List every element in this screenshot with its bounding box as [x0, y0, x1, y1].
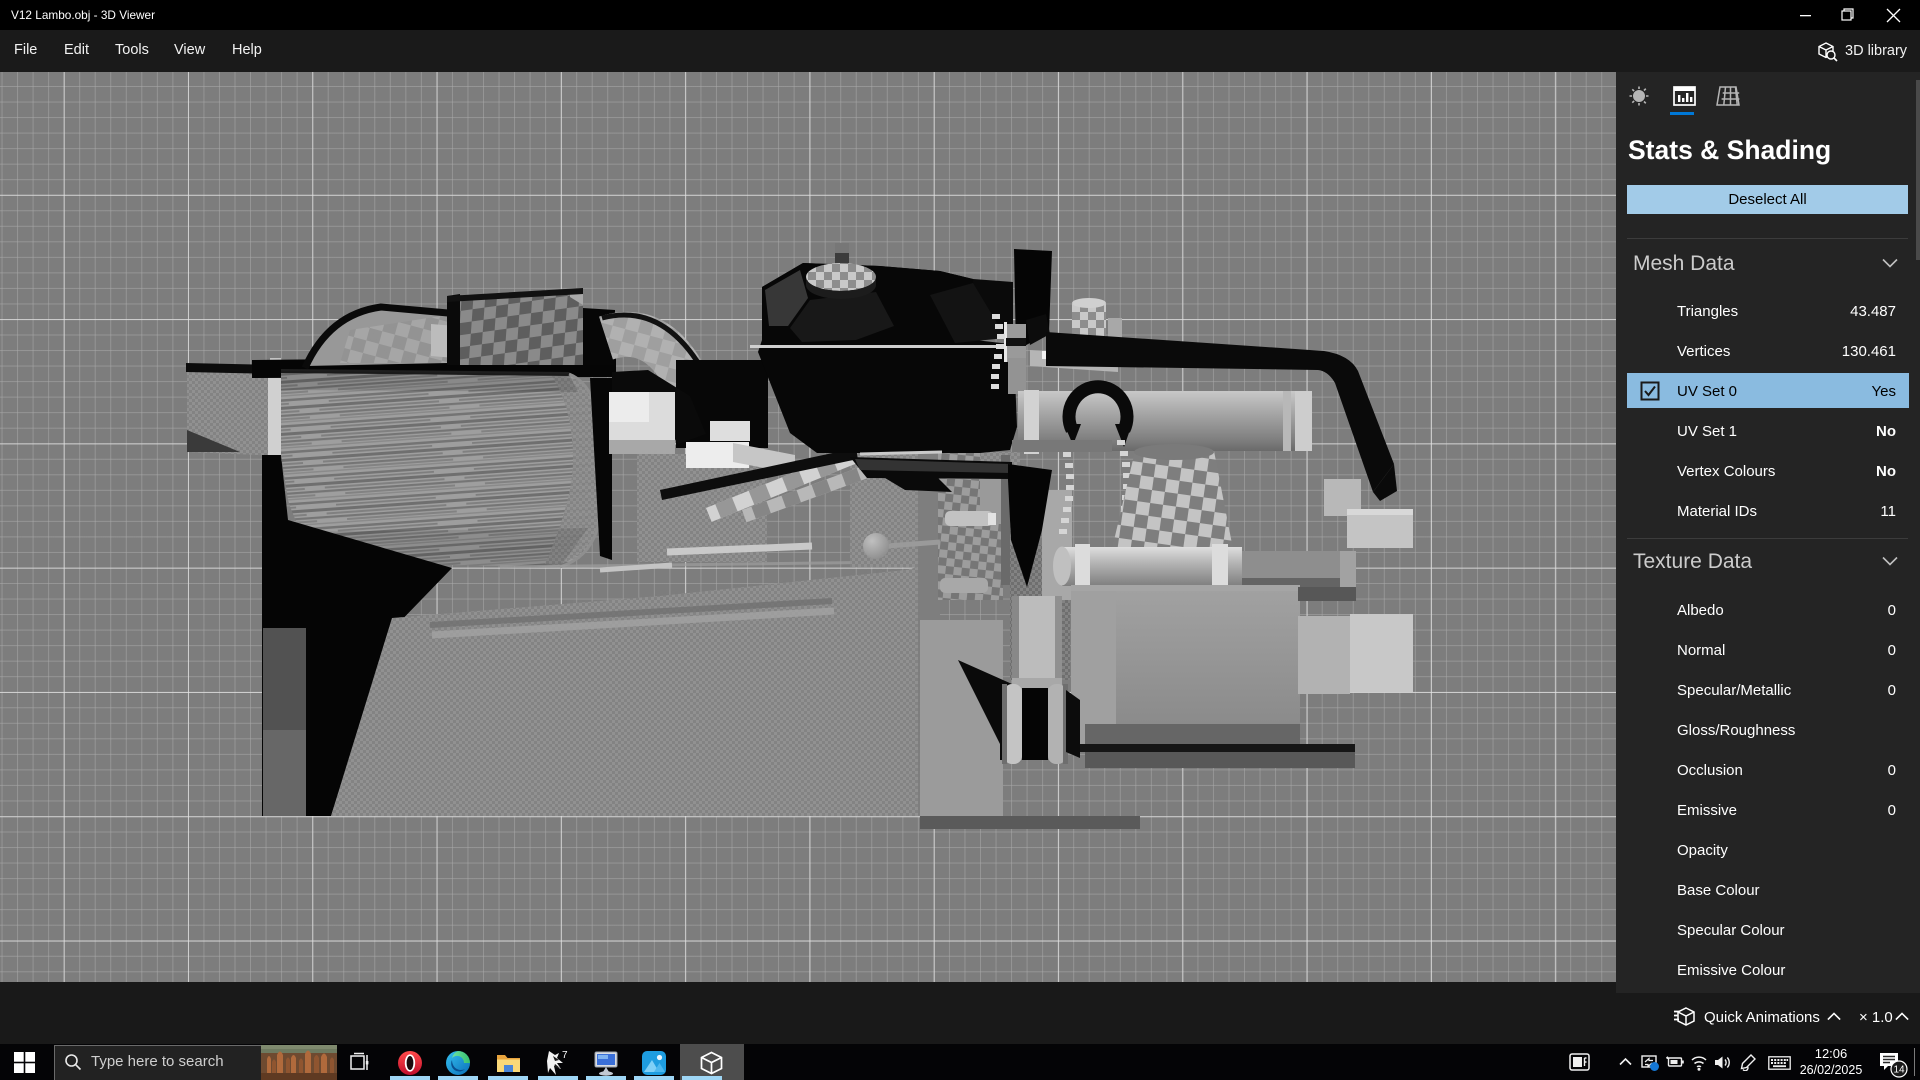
svg-text:7: 7 — [562, 1050, 568, 1061]
svg-text:14: 14 — [1893, 1065, 1905, 1076]
